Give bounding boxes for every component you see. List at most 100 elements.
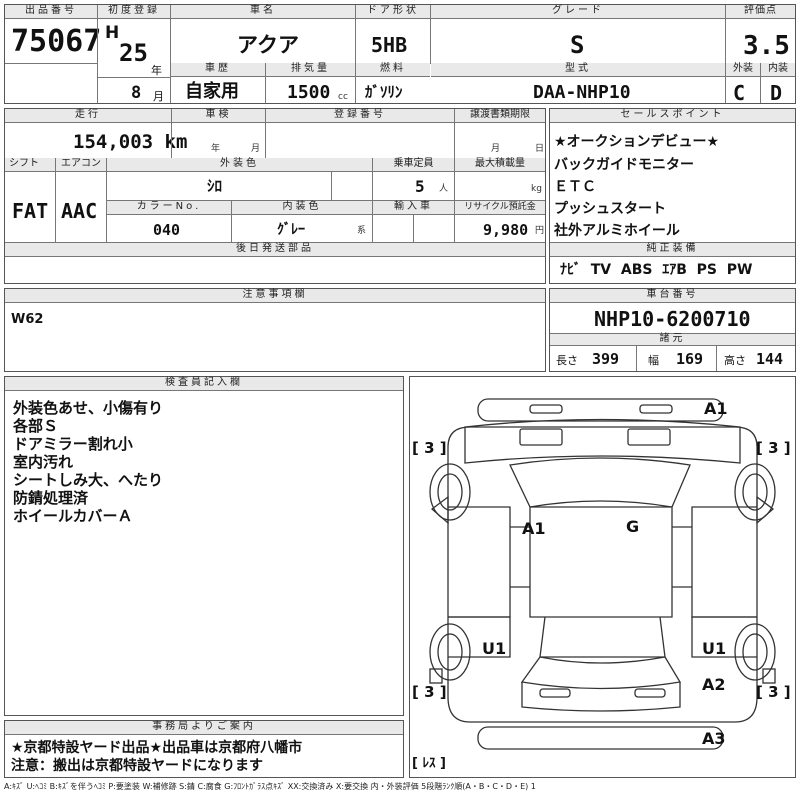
damage-mark: U1 (702, 639, 727, 658)
ext-grade: C (733, 81, 746, 105)
car-name: アクア (237, 33, 299, 57)
office-line-2: 注意：搬出は京都特設ヤードになります (11, 758, 263, 774)
tire-tread: [ 3 ] (756, 683, 791, 701)
sales-point: ★オークションデビュー★ (554, 134, 720, 150)
damage-mark: G (626, 517, 640, 536)
shift-header: シフト (5, 158, 55, 172)
length: 399 (592, 350, 620, 368)
era: H (105, 23, 120, 43)
import-header: 輸入車 (373, 201, 454, 215)
max-load-unit: kg (531, 184, 542, 194)
int-grade: D (770, 81, 783, 105)
int-grade-header: 内装 (761, 63, 795, 77)
int-color-unit: 系 (357, 226, 367, 236)
damage-mark: U1 (482, 639, 507, 658)
chassis-number: NHP10-6200710 (594, 307, 751, 331)
score-header: 評価点 (726, 5, 795, 19)
damage-mark: A1 (522, 519, 546, 538)
inspection-year-unit: 年 (211, 144, 221, 154)
month-unit: 月 (153, 90, 164, 103)
damage-mark: A3 (702, 729, 726, 748)
office-block: 事務局よりご案内 ★京都特設ヤード出品★出品車は京都府八幡市 注意：搬出は京都特… (4, 720, 404, 778)
transfer-deadline-header: 譲渡書類期限 (455, 109, 545, 123)
ac: AAC (61, 199, 98, 223)
notes-text: W62 (11, 312, 44, 327)
width: 169 (676, 350, 704, 368)
recycle-unit: 円 (535, 226, 545, 236)
legend: A:ｷｽﾞ U:ﾍｺﾐ B:ｷｽﾞを伴うﾍｺﾐ P:要塗装 W:補修跡 S:錆 … (4, 782, 536, 791)
reg-month: 8 (131, 83, 142, 103)
inspector-block: 検査員記入欄 外装色あせ、小傷有り 各部Ｓ ドアミラー割れ小 室内汚れ シートし… (4, 376, 404, 716)
door-header: ドア形状 (356, 5, 430, 19)
displacement-unit: cc (338, 92, 348, 102)
inspection-month-unit: 月 (251, 144, 261, 154)
ext-grade-header: 外装 (726, 63, 760, 77)
reg-year: 25 (119, 39, 148, 67)
damage-mark: A2 (702, 675, 726, 694)
fuel: ｶﾞｿﾘﾝ (365, 83, 403, 101)
sales-point: プッシュスタート (554, 201, 666, 217)
max-load-header: 最大積載量 (455, 158, 545, 172)
tire-tread: [ 3 ] (412, 683, 447, 701)
sales-point: ＥＴＣ (554, 179, 596, 195)
reg-number-header: 登録番号 (266, 109, 454, 123)
inspector-line: ホイールカバーＡ (13, 507, 133, 525)
history-header: 車歴 (171, 63, 265, 77)
length-label: 長さ (556, 354, 578, 367)
office-line-1: ★京都特設ヤード出品★出品車は京都府八幡市 (11, 740, 303, 756)
car-outline-diagram (429, 398, 776, 750)
sales-points-header: セールスポイント (550, 109, 795, 123)
displacement: 1500 (287, 82, 331, 103)
equipment-list: ﾅﾋﾞ TV ABS ｴｱB PS PW (560, 262, 753, 278)
int-color-header: 内装色 (232, 201, 372, 215)
damage-diagram: A1 A1 G U1 U1 A2 A3 [ 3 ] [ 3 ] [ 3 ] [ … (409, 376, 796, 778)
equipment-header: 純正装備 (550, 243, 795, 257)
grade-header: グレード (431, 5, 725, 19)
inspector-header: 検査員記入欄 (5, 377, 403, 391)
lot-number-header: 出品番号 (5, 5, 97, 19)
lot-number: 75067 (11, 24, 102, 59)
shift: FAT (12, 199, 49, 223)
chassis-header: 車台番号 (550, 289, 795, 303)
first-reg-header: 初度登録 (98, 5, 170, 19)
transfer-month-unit: 月 (491, 144, 501, 154)
height: 144 (756, 350, 784, 368)
recycle-header: リサイクル預託金 (455, 201, 545, 215)
door: 5HB (371, 33, 408, 57)
ext-color: ｼﾛ (207, 177, 223, 195)
history: 自家用 (185, 81, 239, 102)
int-color: ｸﾞﾚｰ (277, 222, 305, 238)
inspection-header: 車検 (172, 109, 265, 123)
width-label: 幅 (648, 354, 659, 367)
fuel-header: 燃料 (356, 63, 430, 77)
notes-header: 注意事項欄 (5, 289, 545, 303)
color-number: 040 (153, 221, 181, 239)
height-label: 高さ (724, 354, 746, 367)
model-header: 型式 (431, 63, 725, 77)
capacity-unit: 人 (439, 184, 449, 194)
office-header: 事務局よりご案内 (5, 721, 403, 735)
year-unit: 年 (151, 64, 162, 77)
chassis-block: 車台番号 NHP10-6200710 諸元 長さ 399 幅 169 高さ 14… (549, 288, 796, 372)
capacity: 5 (415, 177, 425, 196)
color-number-header: カラーNo. (107, 201, 231, 215)
sales-point: 社外アルミホイール (554, 223, 680, 239)
spec-header: 諸元 (550, 334, 795, 346)
ac-header: エアコン (56, 158, 106, 172)
tire-tread: [ 3 ] (756, 439, 791, 457)
grade: S (570, 31, 585, 59)
vehicle-detail-block: 走行 154,003 km 車検 年 月 登録番号 譲渡書類期限 月 日 シフト… (4, 108, 546, 284)
mileage-header: 走行 (5, 109, 171, 123)
header-block: 出品番号 75067 初度登録 H 25 年 8 月 車名 アクア ドア形状 5… (4, 4, 796, 104)
transfer-day-unit: 日 (535, 144, 545, 154)
displacement-header: 排気量 (266, 63, 355, 77)
capacity-header: 乗車定員 (373, 158, 454, 172)
spare-tire: [ ﾚｽ ] (412, 756, 446, 771)
model: DAA-NHP10 (533, 82, 631, 103)
recycle-fee: 9,980 (483, 221, 529, 239)
sales-points-block: セールスポイント ★オークションデビュー★ バックガイドモニター ＥＴＣ プッシ… (549, 108, 796, 284)
sales-point: バックガイドモニター (554, 157, 694, 173)
damage-mark: A1 (704, 399, 728, 418)
ext-color-header: 外装色 (107, 158, 372, 172)
score: 3.5 (743, 31, 790, 61)
